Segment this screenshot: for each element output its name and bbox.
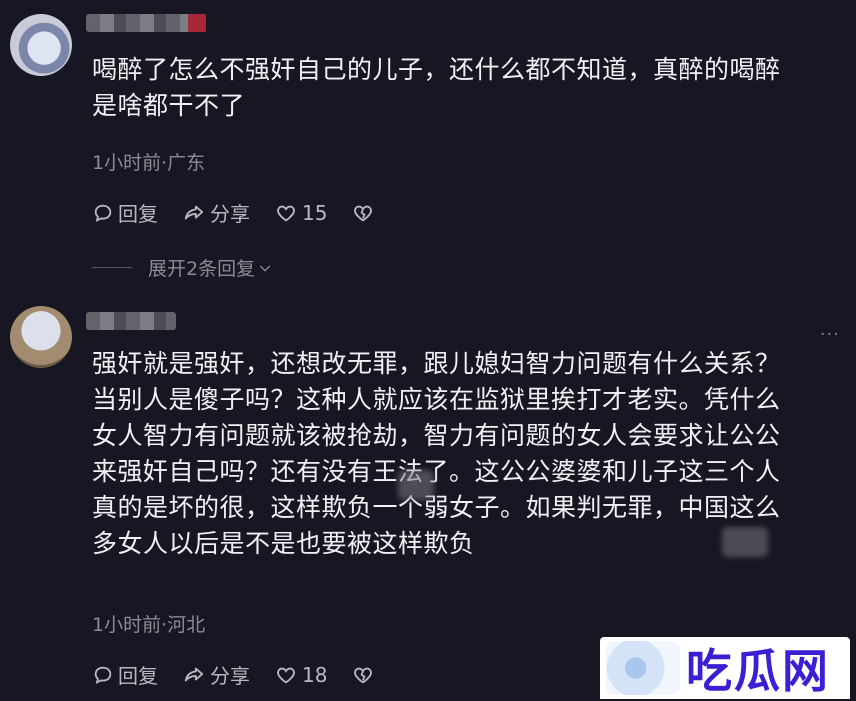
more-options-icon[interactable]: ···	[820, 324, 840, 345]
blur-mask	[398, 470, 434, 500]
share-button[interactable]: 分享	[182, 198, 250, 227]
share-icon	[184, 667, 204, 681]
share-label: 分享	[210, 202, 250, 226]
comment-text: 喝醉了怎么不强奸自己的儿子，还什么都不知道，真醉的喝醉 是啥都干不了	[92, 55, 781, 120]
heart-icon	[277, 667, 295, 683]
comment-actions: 回复 分享 15	[92, 198, 403, 227]
broken-heart-icon	[354, 667, 373, 683]
user-badge	[188, 14, 206, 32]
comment-meta: 1小时前·广东	[92, 152, 206, 174]
avatar[interactable]	[10, 14, 72, 76]
reply-icon	[94, 666, 112, 684]
dislike-button[interactable]	[351, 202, 379, 224]
reply-icon	[94, 204, 112, 222]
reply-label: 回复	[118, 202, 158, 226]
divider	[92, 267, 132, 268]
like-count: 18	[302, 662, 328, 687]
chevron-down-icon	[259, 265, 271, 272]
like-count: 15	[302, 200, 328, 225]
heart-icon	[277, 205, 295, 221]
share-button[interactable]: 分享	[182, 660, 250, 689]
avatar[interactable]	[10, 306, 72, 368]
comment-meta: 1小时前·河北	[92, 614, 206, 636]
comment-actions: 回复 分享 18	[92, 660, 403, 689]
reply-label: 回复	[118, 664, 158, 688]
share-icon	[184, 205, 204, 219]
reply-button[interactable]: 回复	[92, 660, 158, 689]
watermark-logo-icon	[606, 641, 680, 695]
like-button[interactable]: 15	[274, 201, 327, 225]
blur-mask	[722, 527, 768, 557]
username-blurred[interactable]	[86, 312, 176, 330]
watermark: 吃瓜网	[600, 637, 850, 699]
username-blurred[interactable]	[86, 14, 206, 32]
like-button[interactable]: 18	[274, 663, 327, 687]
broken-heart-icon	[354, 205, 373, 221]
share-label: 分享	[210, 664, 250, 688]
expand-replies[interactable]: 展开2条回复	[92, 254, 273, 281]
expand-label: 展开2条回复	[148, 258, 256, 280]
watermark-text: 吃瓜网	[686, 644, 830, 698]
dislike-button[interactable]	[351, 664, 379, 686]
reply-button[interactable]: 回复	[92, 198, 158, 227]
